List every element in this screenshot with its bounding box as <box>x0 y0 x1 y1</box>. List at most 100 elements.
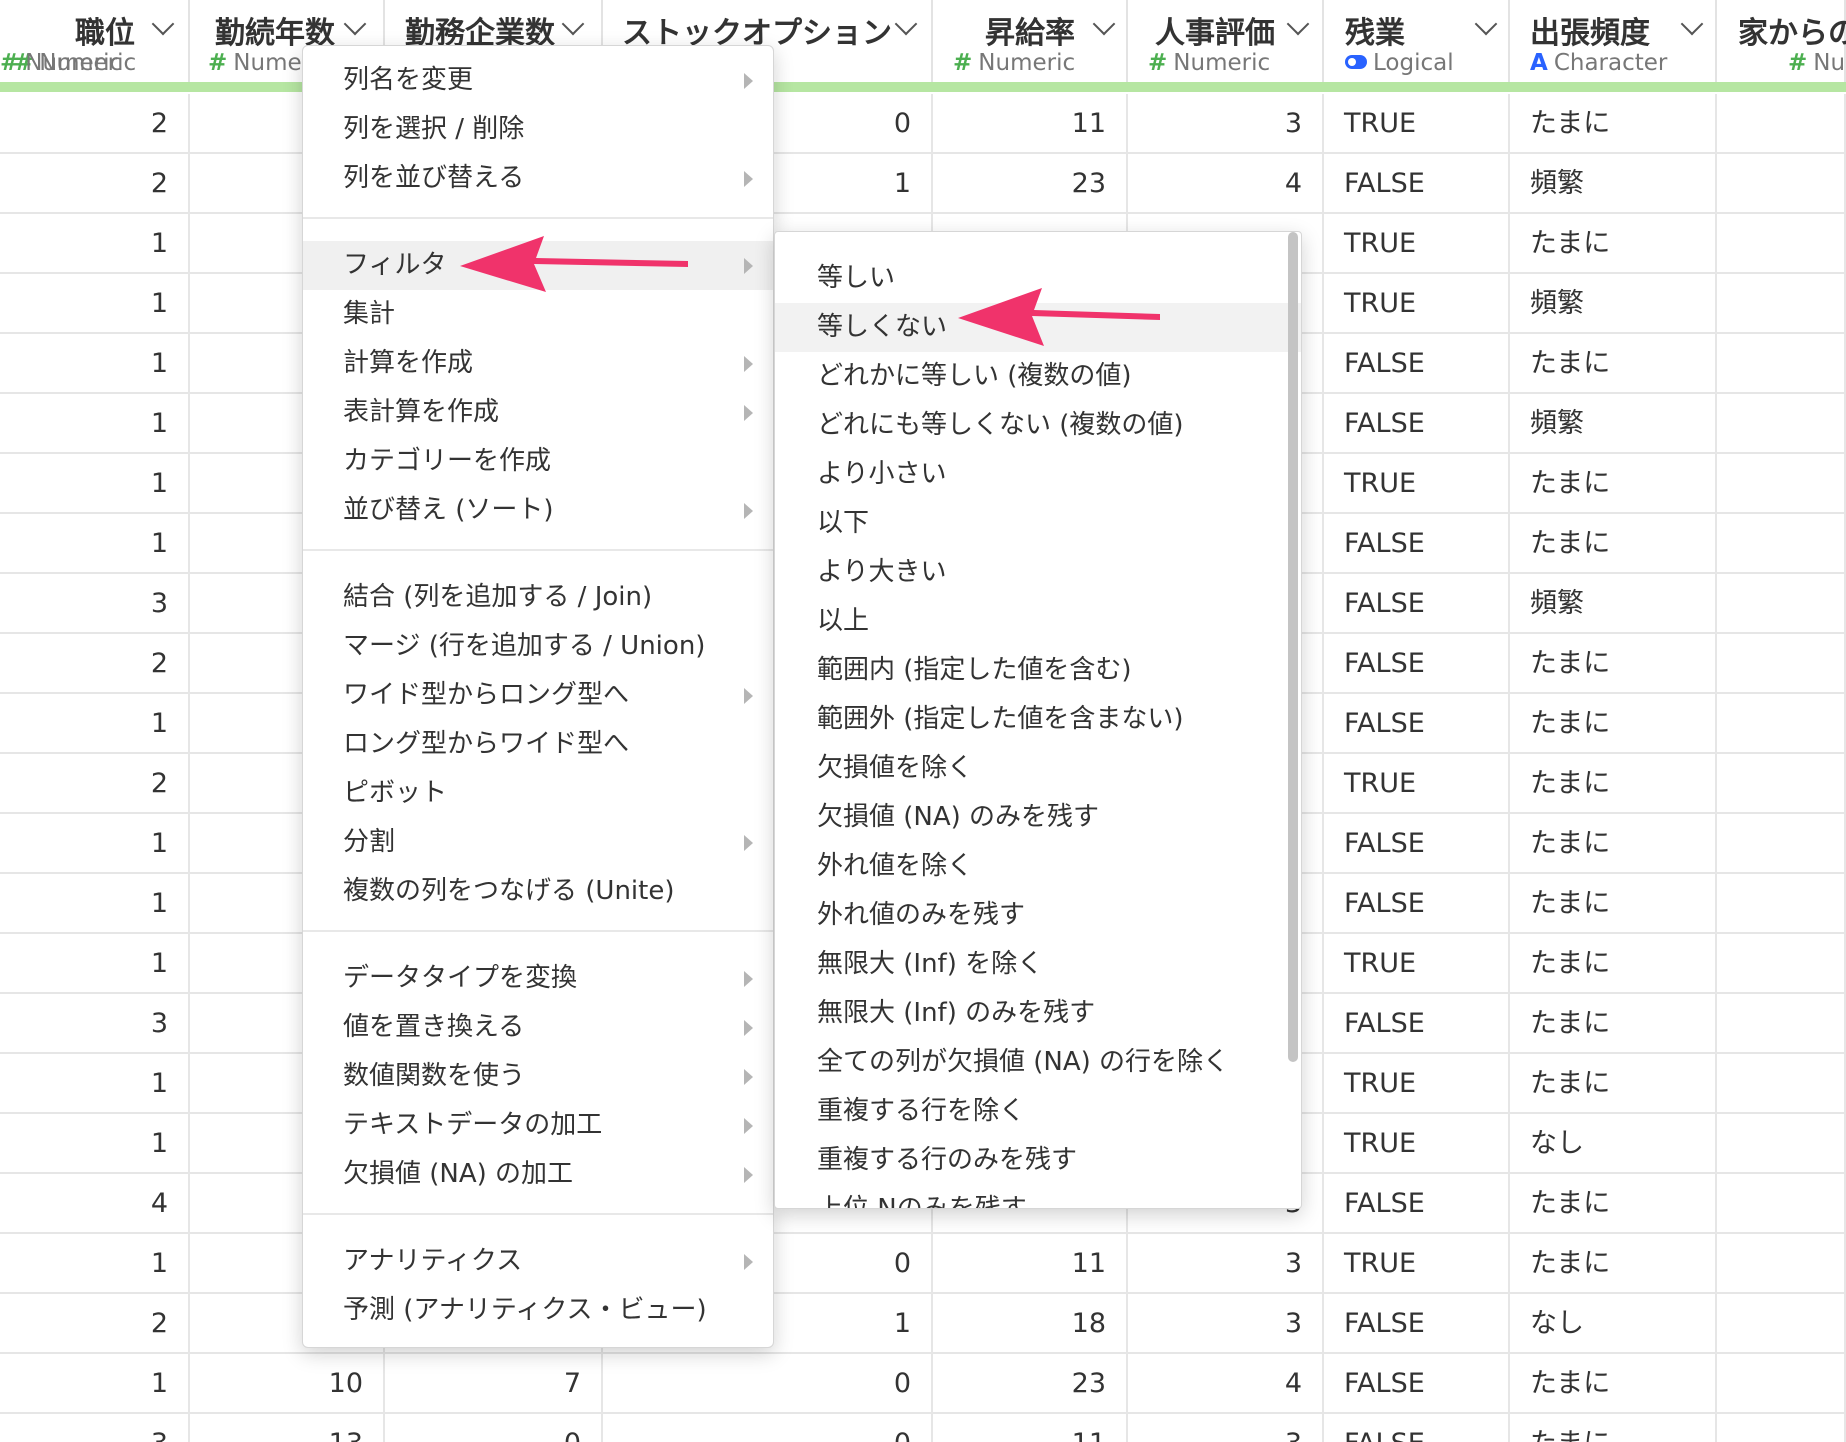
table-cell[interactable]: 3 <box>1128 1414 1324 1442</box>
table-cell[interactable]: 1 <box>0 274 190 334</box>
table-cell[interactable]: 4 <box>1128 154 1324 214</box>
table-cell[interactable]: 頻繁 <box>1510 154 1717 214</box>
chevron-down-icon[interactable] <box>343 12 367 36</box>
table-cell[interactable]: 1 <box>0 1054 190 1114</box>
table-cell[interactable]: なし <box>1510 1294 1717 1354</box>
filter-option[interactable]: 以下 <box>775 499 1301 548</box>
table-cell[interactable] <box>1717 94 1846 154</box>
table-cell[interactable]: TRUE <box>1324 94 1510 154</box>
table-cell[interactable] <box>1717 454 1846 514</box>
table-cell[interactable]: FALSE <box>1324 1174 1510 1234</box>
menu-item[interactable]: ロング型からワイド型へ <box>303 720 773 769</box>
table-cell[interactable]: 1 <box>0 514 190 574</box>
filter-option[interactable]: 外れ値のみを残す <box>775 891 1301 940</box>
menu-item[interactable]: テキストデータの加工 <box>303 1101 773 1150</box>
chevron-down-icon[interactable] <box>1286 12 1310 36</box>
table-cell[interactable]: 1 <box>0 814 190 874</box>
table-cell[interactable]: 10 <box>190 1354 385 1414</box>
table-cell[interactable]: たまに <box>1510 214 1717 274</box>
filter-option[interactable]: 範囲外 (指定した値を含まない) <box>775 695 1301 744</box>
table-cell[interactable] <box>1717 814 1846 874</box>
table-cell[interactable]: たまに <box>1510 694 1717 754</box>
table-cell[interactable]: たまに <box>1510 454 1717 514</box>
table-cell[interactable]: FALSE <box>1324 874 1510 934</box>
table-cell[interactable]: 2 <box>0 94 190 154</box>
table-cell[interactable]: たまに <box>1510 334 1717 394</box>
table-cell[interactable]: 11 <box>933 1414 1128 1442</box>
table-cell[interactable] <box>1717 154 1846 214</box>
table-cell[interactable]: TRUE <box>1324 214 1510 274</box>
menu-item[interactable]: アナリティクス <box>303 1237 773 1286</box>
chevron-down-icon[interactable] <box>151 12 175 36</box>
table-cell[interactable]: 3 <box>0 1414 190 1442</box>
table-cell[interactable] <box>1717 334 1846 394</box>
filter-option[interactable]: 欠損値 (NA) のみを残す <box>775 793 1301 842</box>
table-cell[interactable]: 1 <box>0 394 190 454</box>
table-cell[interactable] <box>1717 1234 1846 1294</box>
filter-option[interactable]: 無限大 (Inf) のみを残す <box>775 989 1301 1038</box>
table-cell[interactable]: 3 <box>1128 94 1324 154</box>
filter-option[interactable]: 上位 Nのみを残す <box>775 1185 1301 1208</box>
table-cell[interactable]: 3 <box>1128 1294 1324 1354</box>
menu-item[interactable]: 分割 <box>303 818 773 867</box>
chevron-down-icon[interactable] <box>1474 12 1498 36</box>
filter-option[interactable]: 重複する行を除く <box>775 1087 1301 1136</box>
table-cell[interactable]: FALSE <box>1324 814 1510 874</box>
table-cell[interactable]: FALSE <box>1324 334 1510 394</box>
filter-option[interactable]: より大きい <box>775 548 1301 597</box>
table-cell[interactable]: 18 <box>933 1294 1128 1354</box>
table-cell[interactable]: FALSE <box>1324 574 1510 634</box>
table-cell[interactable]: たまに <box>1510 1414 1717 1442</box>
table-cell[interactable]: 頻繁 <box>1510 394 1717 454</box>
filter-option[interactable]: どれにも等しくない (複数の値) <box>775 401 1301 450</box>
filter-option[interactable]: より小さい <box>775 450 1301 499</box>
filter-option[interactable]: 以上 <box>775 597 1301 646</box>
table-cell[interactable]: 11 <box>933 1234 1128 1294</box>
column-header-6[interactable]: 人事評価 # Numeric <box>1128 0 1324 82</box>
menu-item[interactable]: ピボット <box>303 769 773 818</box>
table-cell[interactable]: 1 <box>0 1354 190 1414</box>
column-header-7[interactable]: 残業 Logical <box>1324 0 1510 82</box>
table-cell[interactable]: TRUE <box>1324 454 1510 514</box>
table-cell[interactable]: 1 <box>0 694 190 754</box>
table-cell[interactable]: たまに <box>1510 94 1717 154</box>
table-cell[interactable]: FALSE <box>1324 154 1510 214</box>
table-cell[interactable]: たまに <box>1510 994 1717 1054</box>
table-cell[interactable]: FALSE <box>1324 1294 1510 1354</box>
table-cell[interactable]: 4 <box>0 1174 190 1234</box>
table-cell[interactable]: 2 <box>0 154 190 214</box>
table-cell[interactable]: 1 <box>0 334 190 394</box>
table-cell[interactable]: 11 <box>933 94 1128 154</box>
table-cell[interactable]: TRUE <box>1324 1114 1510 1174</box>
table-cell[interactable] <box>1717 274 1846 334</box>
table-cell[interactable]: 3 <box>1128 1234 1324 1294</box>
table-cell[interactable]: 1 <box>0 1234 190 1294</box>
table-cell[interactable]: FALSE <box>1324 694 1510 754</box>
menu-item[interactable]: 値を置き換える <box>303 1003 773 1052</box>
table-cell[interactable]: FALSE <box>1324 634 1510 694</box>
column-header-9[interactable]: 家からの # Nu <box>1717 0 1846 82</box>
filter-option[interactable]: どれかに等しい (複数の値) <box>775 352 1301 401</box>
table-cell[interactable]: 2 <box>0 634 190 694</box>
menu-item[interactable]: 計算を作成 <box>303 339 773 388</box>
table-cell[interactable]: たまに <box>1510 934 1717 994</box>
table-cell[interactable] <box>1717 634 1846 694</box>
table-cell[interactable]: 0 <box>603 1414 933 1442</box>
menu-item[interactable]: マージ (行を追加する / Union) <box>303 622 773 671</box>
table-cell[interactable] <box>1717 934 1846 994</box>
table-cell[interactable]: FALSE <box>1324 1354 1510 1414</box>
filter-option[interactable]: 全ての列が欠損値 (NA) の行を除く <box>775 1038 1301 1087</box>
table-cell[interactable]: たまに <box>1510 814 1717 874</box>
table-cell[interactable]: 1 <box>0 934 190 994</box>
filter-option[interactable]: 重複する行のみを残す <box>775 1136 1301 1185</box>
table-cell[interactable] <box>1717 574 1846 634</box>
table-cell[interactable]: FALSE <box>1324 1414 1510 1442</box>
table-cell[interactable] <box>1717 514 1846 574</box>
table-cell[interactable] <box>1717 994 1846 1054</box>
menu-item[interactable]: 複数の列をつなげる (Unite) <box>303 867 773 916</box>
table-cell[interactable]: TRUE <box>1324 754 1510 814</box>
submenu-scrollbar[interactable] <box>1288 232 1298 1062</box>
chevron-down-icon[interactable] <box>1680 12 1704 36</box>
filter-option[interactable]: 無限大 (Inf) を除く <box>775 940 1301 989</box>
table-cell[interactable] <box>1717 1414 1846 1442</box>
